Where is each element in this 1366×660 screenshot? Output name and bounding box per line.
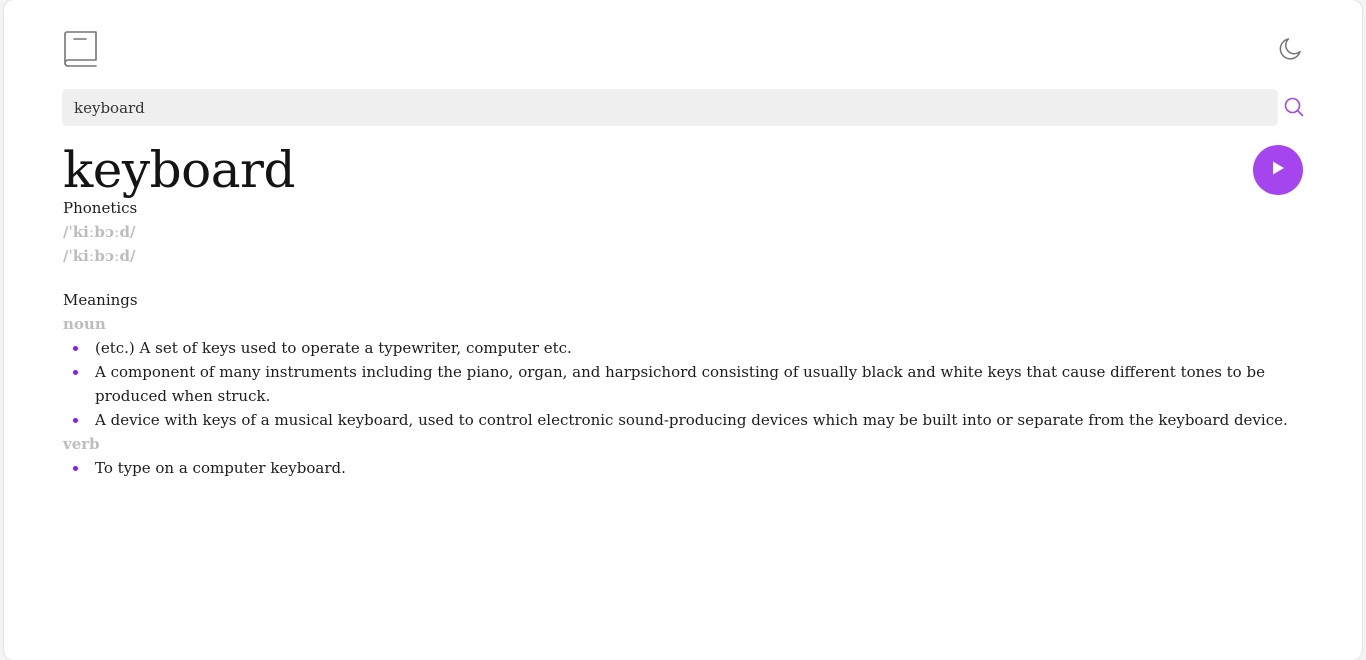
bullet [73, 370, 78, 375]
phonetic-text: /ˈkiːbɔːd/ [63, 247, 136, 265]
definition-list-verb: To type on a computer keyboard. [63, 456, 1303, 480]
search-input[interactable] [62, 89, 1278, 126]
part-of-speech-noun: noun [63, 315, 106, 333]
play-icon [1270, 160, 1286, 180]
phonetic-text: /ˈkiːbɔːd/ [63, 223, 136, 241]
moon-icon[interactable] [1278, 36, 1304, 62]
meanings-heading: Meanings [63, 291, 138, 309]
word-title: keyboard [63, 141, 295, 199]
definition-text: To type on a computer keyboard. [95, 459, 346, 477]
book-icon [63, 30, 99, 70]
bullet [73, 466, 78, 471]
definition-item: To type on a computer keyboard. [73, 456, 1303, 480]
definition-text: A device with keys of a musical keyboard… [95, 411, 1288, 429]
definition-item: A component of many instruments includin… [73, 360, 1303, 408]
bullet [73, 346, 78, 351]
definition-list-noun: (etc.) A set of keys used to operate a t… [63, 336, 1303, 432]
play-audio-button[interactable] [1253, 145, 1303, 195]
definition-item: (etc.) A set of keys used to operate a t… [73, 336, 1303, 360]
entry-content: Phonetics /ˈkiːbɔːd/ /ˈkiːbɔːd/ Meanings… [63, 196, 1303, 480]
part-of-speech-verb: verb [63, 435, 100, 453]
search-bar [62, 89, 1304, 127]
dictionary-app: keyboard Phonetics /ˈkiːbɔːd/ /ˈkiːbɔːd/… [4, 0, 1362, 660]
search-icon[interactable] [1284, 97, 1304, 117]
definition-item: A device with keys of a musical keyboard… [73, 408, 1303, 432]
phonetics-heading: Phonetics [63, 199, 138, 217]
bullet [73, 418, 78, 423]
header [63, 30, 1304, 70]
definition-text: (etc.) A set of keys used to operate a t… [95, 339, 572, 357]
definition-text: A component of many instruments includin… [95, 363, 1265, 405]
